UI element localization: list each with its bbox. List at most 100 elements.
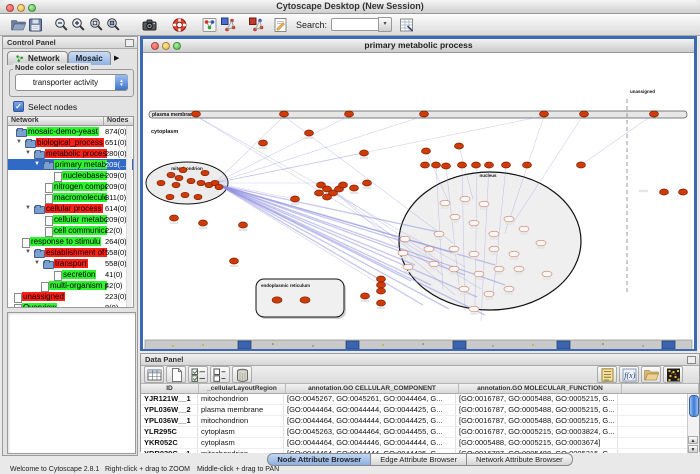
search-input[interactable]	[331, 18, 378, 31]
network-node[interactable]	[172, 182, 180, 187]
tree-row-nucleobase-c[interactable]: nucleobase-c209(0)	[8, 170, 133, 181]
tree-row-unassigned[interactable]: unassigned223(0)	[8, 291, 133, 302]
table-row[interactable]: YPL036W__1mitochondrion[GO:0044464, GO:0…	[141, 416, 699, 427]
network-node[interactable]	[502, 162, 511, 168]
network-node[interactable]	[197, 180, 205, 185]
network-node[interactable]	[166, 194, 174, 199]
network-node[interactable]	[377, 288, 386, 294]
tree-column-nodes[interactable]: Nodes	[104, 117, 128, 125]
strip-node[interactable]	[453, 341, 466, 349]
network-node[interactable]	[489, 246, 499, 252]
delete-attribute-button[interactable]	[232, 366, 252, 383]
network-node[interactable]	[400, 236, 410, 242]
network-node[interactable]	[485, 162, 494, 168]
table-button[interactable]	[144, 366, 164, 383]
unselect-attributes-button[interactable]	[210, 366, 230, 383]
network-node[interactable]	[542, 271, 552, 277]
new-attribute-button[interactable]	[166, 366, 186, 383]
tree-scrollbar[interactable]	[126, 126, 132, 307]
table-row[interactable]: YJR121W__1mitochondrion[GO:0045267, GO:0…	[141, 394, 699, 405]
network-node[interactable]	[215, 184, 223, 189]
attribute-list-button[interactable]	[597, 366, 617, 383]
snapshot-button[interactable]	[141, 17, 158, 33]
network-node[interactable]	[449, 266, 459, 272]
tree-row-response-to-stimulu[interactable]: response to stimulu264(0)	[8, 236, 133, 247]
tree-row-transport[interactable]: ▼transport558(0)	[8, 258, 133, 269]
expand-arrow-icon[interactable]: ▼	[34, 260, 40, 267]
tree-row-cellular-process[interactable]: ▼cellular process614(0)	[8, 203, 133, 214]
tree-row-nitrogen-compo[interactable]: nitrogen compo209(0)	[8, 181, 133, 192]
network-node[interactable]	[504, 286, 514, 292]
tree-row-primary-metabol[interactable]: ▼primary metabol209(...	[8, 159, 133, 170]
network-node[interactable]	[472, 162, 481, 168]
expand-arrow-icon[interactable]: ▼	[16, 139, 22, 146]
network-node[interactable]	[514, 266, 524, 272]
network-node[interactable]	[157, 180, 165, 185]
select-nodes-checkbox[interactable]: ✓	[13, 101, 24, 112]
network-node[interactable]	[291, 196, 300, 202]
expand-arrow-icon[interactable]: ▼	[34, 161, 40, 168]
strip-node[interactable]	[346, 341, 359, 349]
network-node[interactable]	[474, 271, 484, 277]
network-node[interactable]	[440, 200, 450, 206]
network-node[interactable]	[540, 111, 549, 117]
annotation-button[interactable]	[272, 17, 289, 33]
network-canvas[interactable]: plasma membranecytoplasmmitochondrionnuc…	[143, 53, 694, 349]
network-node[interactable]	[577, 162, 586, 168]
network-node[interactable]	[167, 172, 175, 177]
table-scrollbar[interactable]: ▲ ▼	[687, 394, 699, 453]
network-node[interactable]	[580, 111, 589, 117]
network-node[interactable]	[170, 215, 179, 221]
tree-row-macromolecule[interactable]: macromolecule311(0)	[8, 192, 133, 203]
network-node[interactable]	[305, 130, 314, 136]
network-node[interactable]	[484, 291, 494, 297]
column-header[interactable]: ID	[141, 384, 199, 393]
network-node[interactable]	[469, 251, 479, 257]
network-node[interactable]	[450, 214, 460, 220]
tree-row-establishment-of-lo[interactable]: ▼establishment of lo558(0)	[8, 247, 133, 258]
float-panel-icon[interactable]	[687, 356, 696, 364]
close-view-icon[interactable]	[151, 42, 159, 50]
column-header[interactable]: annotation.GO CELLULAR_COMPONENT	[286, 384, 459, 393]
strip-node[interactable]	[238, 341, 251, 349]
tree-row-cell-communicat[interactable]: cell communicat22(0)	[8, 225, 133, 236]
node-color-select[interactable]: transporter activity ▲▼	[15, 74, 128, 91]
tree-row-multi-organism-pro[interactable]: multi-organism pro42(0)	[8, 280, 133, 291]
formula-button[interactable]: f(x)	[619, 366, 639, 383]
network-node[interactable]	[449, 246, 459, 252]
network-node[interactable]	[179, 167, 187, 172]
network-node[interactable]	[272, 297, 282, 303]
network-node[interactable]	[199, 220, 208, 226]
float-panel-icon[interactable]	[125, 39, 134, 47]
network-node[interactable]	[201, 170, 209, 175]
network-node[interactable]	[175, 175, 183, 180]
network-node[interactable]	[194, 194, 202, 199]
network-node[interactable]	[315, 190, 324, 196]
network-node[interactable]	[360, 150, 369, 156]
tab-overflow-arrow-icon[interactable]: ▶	[111, 52, 123, 65]
zoom-fit-button[interactable]	[88, 17, 105, 33]
network-node[interactable]	[523, 162, 532, 168]
zoom-out-button[interactable]	[53, 17, 70, 33]
layout-red-button[interactable]	[248, 17, 265, 33]
network-node[interactable]	[422, 148, 431, 154]
table-row[interactable]: YPL036W__2plasma membrane[GO:0044464, GO…	[141, 405, 699, 416]
network-node[interactable]	[519, 226, 529, 232]
network-node[interactable]	[339, 182, 348, 188]
network-node[interactable]	[469, 220, 479, 226]
zoom-in-button[interactable]	[70, 17, 87, 33]
minimize-view-icon[interactable]	[162, 42, 170, 50]
network-node[interactable]	[187, 178, 195, 183]
network-node[interactable]	[300, 297, 310, 303]
select-attributes-button[interactable]	[188, 366, 208, 383]
network-node[interactable]	[432, 162, 441, 168]
network-node[interactable]	[192, 111, 201, 117]
matrix-button[interactable]	[663, 366, 683, 383]
table-row[interactable]: YKR052Ccytoplasm[GO:0044464, GO:0044446,…	[141, 438, 699, 449]
network-node[interactable]	[424, 246, 434, 252]
network-node[interactable]	[350, 185, 359, 191]
birds-eye-view[interactable]	[7, 312, 136, 454]
network-node[interactable]	[377, 282, 386, 288]
network-node[interactable]	[536, 240, 546, 246]
zoom-selected-button[interactable]	[105, 17, 122, 33]
